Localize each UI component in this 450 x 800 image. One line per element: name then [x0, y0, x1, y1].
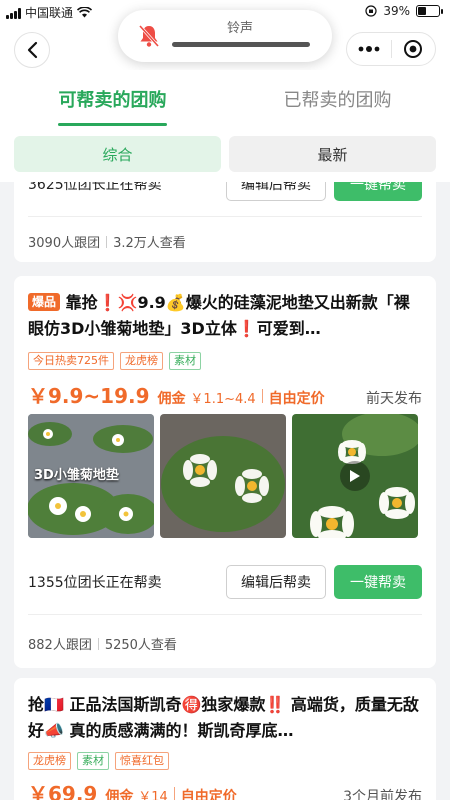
close-mini-program-button[interactable]: [392, 33, 436, 65]
commission-value: ￥14: [138, 790, 168, 800]
card-stats: 3090人跟团 3.2万人查看: [14, 232, 436, 251]
product-image-2[interactable]: [160, 414, 286, 538]
daisy-mat-closeup-photo: [160, 414, 286, 538]
more-button[interactable]: [347, 33, 391, 65]
play-button[interactable]: [340, 461, 370, 491]
card-divider: [28, 216, 422, 217]
price-row: ￥9.9~19.9 佣金 ￥1.1~4.4 自由定价 前天发布: [14, 380, 436, 409]
more-dots-icon: [358, 46, 380, 52]
image-caption: 3D小雏菊地垫: [34, 468, 119, 483]
followers-count: 882人跟团: [28, 638, 92, 653]
views-count: 5250人查看: [104, 638, 177, 653]
card-2-actions: 1355位团长正在帮卖 编辑后帮卖 一键帮卖: [14, 564, 436, 600]
tag-ranking: 龙虎榜: [28, 752, 71, 770]
price-range: ￥9.9~19.9: [28, 384, 150, 408]
sort-filter-bar: 综合 最新: [0, 126, 450, 182]
group-buy-card-1: 3625位团长正在帮卖 编辑后帮卖 一键帮卖 3090人跟团 3.2万人查看: [14, 170, 436, 262]
battery-fill: [418, 7, 426, 15]
ringer-overlay: 铃声: [118, 10, 332, 62]
card-title: 爆品 靠抢❗💢9.9💰爆火的硅藻泥地垫又出新款「裸眼仿3D小雏菊地垫」3D立体❗…: [14, 290, 436, 342]
tag-red-packet: 惊喜红包: [115, 752, 169, 770]
price-separator: [173, 787, 175, 800]
tab-can-help-sell[interactable]: 可帮卖的团购: [0, 70, 225, 126]
battery-percent: 39%: [383, 4, 410, 18]
card-tags: 今日热卖725件 龙虎榜 素材: [14, 352, 436, 370]
stats-separator: [97, 637, 99, 650]
card-divider: [28, 614, 422, 615]
tab-bar: 可帮卖的团购 已帮卖的团购: [0, 70, 450, 126]
tag-material: 素材: [77, 752, 109, 770]
free-pricing: 自由定价: [268, 391, 325, 407]
helpers-count: 1355位团长正在帮卖: [28, 575, 162, 591]
group-buy-card-2[interactable]: 爆品 靠抢❗💢9.9💰爆火的硅藻泥地垫又出新款「裸眼仿3D小雏菊地垫」3D立体❗…: [14, 276, 436, 668]
card-title-text: 靠抢❗💢9.9💰爆火的硅藻泥地垫又出新款「裸眼仿3D小雏菊地垫」3D立体❗可爱到…: [28, 293, 410, 338]
publish-date: 前天发布: [366, 391, 422, 407]
wifi-icon: [77, 7, 93, 18]
publish-date: 3个月前发布: [343, 789, 422, 800]
ringer-label: 铃声: [226, 21, 253, 36]
signal-icon: [6, 7, 21, 19]
product-video[interactable]: [292, 414, 418, 538]
price: ￥69.9: [28, 782, 98, 800]
one-click-sell-button[interactable]: 一键帮卖: [334, 565, 422, 599]
group-buy-card-3[interactable]: 抢🇫🇷 正品法国斯凯奇🉐独家爆款‼️ 高端货，质量无敌好📣 真的质感满满的！斯凯…: [14, 678, 436, 800]
hot-product-badge: 爆品: [28, 293, 61, 311]
play-icon: [350, 470, 360, 482]
commission-label: 佣金: [157, 391, 186, 407]
card-stats: 882人跟团 5250人查看: [14, 634, 436, 653]
status-left: 中国联通: [6, 4, 93, 21]
target-close-icon: [404, 40, 423, 58]
edit-then-sell-button[interactable]: 编辑后帮卖: [226, 565, 326, 599]
back-arrow-icon: [27, 41, 38, 59]
battery-icon: [416, 5, 443, 17]
price-separator: [261, 389, 263, 403]
carrier-name: 中国联通: [25, 6, 74, 20]
commission: 佣金 ￥1.1~4.4: [158, 388, 256, 408]
product-image-1[interactable]: 3D小雏菊地垫: [28, 414, 154, 538]
card-title: 抢🇫🇷 正品法国斯凯奇🉐独家爆款‼️ 高端货，质量无敌好📣 真的质感满满的！斯凯…: [28, 695, 419, 740]
views-count: 3.2万人查看: [113, 236, 186, 251]
volume-bar[interactable]: [172, 42, 310, 47]
filter-comprehensive[interactable]: 综合: [14, 136, 221, 172]
price-row: ￥69.9 佣金 ￥14 自由定价 3个月前发布: [14, 778, 436, 800]
tag-material: 素材: [169, 352, 201, 370]
card-tags: 龙虎榜 素材 惊喜红包: [14, 752, 436, 770]
back-button[interactable]: [14, 32, 50, 68]
tag-today-hot: 今日热卖725件: [28, 352, 114, 370]
commission: 佣金 ￥14: [105, 786, 167, 800]
followers-count: 3090人跟团: [28, 236, 101, 251]
commission-label: 佣金: [105, 789, 134, 800]
free-pricing: 自由定价: [180, 789, 237, 800]
tab-already-helped[interactable]: 已帮卖的团购: [225, 70, 450, 126]
rotation-lock-icon: [365, 5, 377, 17]
filter-newest[interactable]: 最新: [229, 136, 436, 172]
mini-program-capsule: [346, 32, 436, 66]
status-right: 39%: [365, 4, 443, 18]
product-images: 3D小雏菊地垫: [14, 414, 436, 538]
stats-separator: [106, 235, 108, 248]
tag-ranking: 龙虎榜: [120, 352, 163, 370]
commission-value: ￥1.1~4.4: [190, 392, 256, 407]
